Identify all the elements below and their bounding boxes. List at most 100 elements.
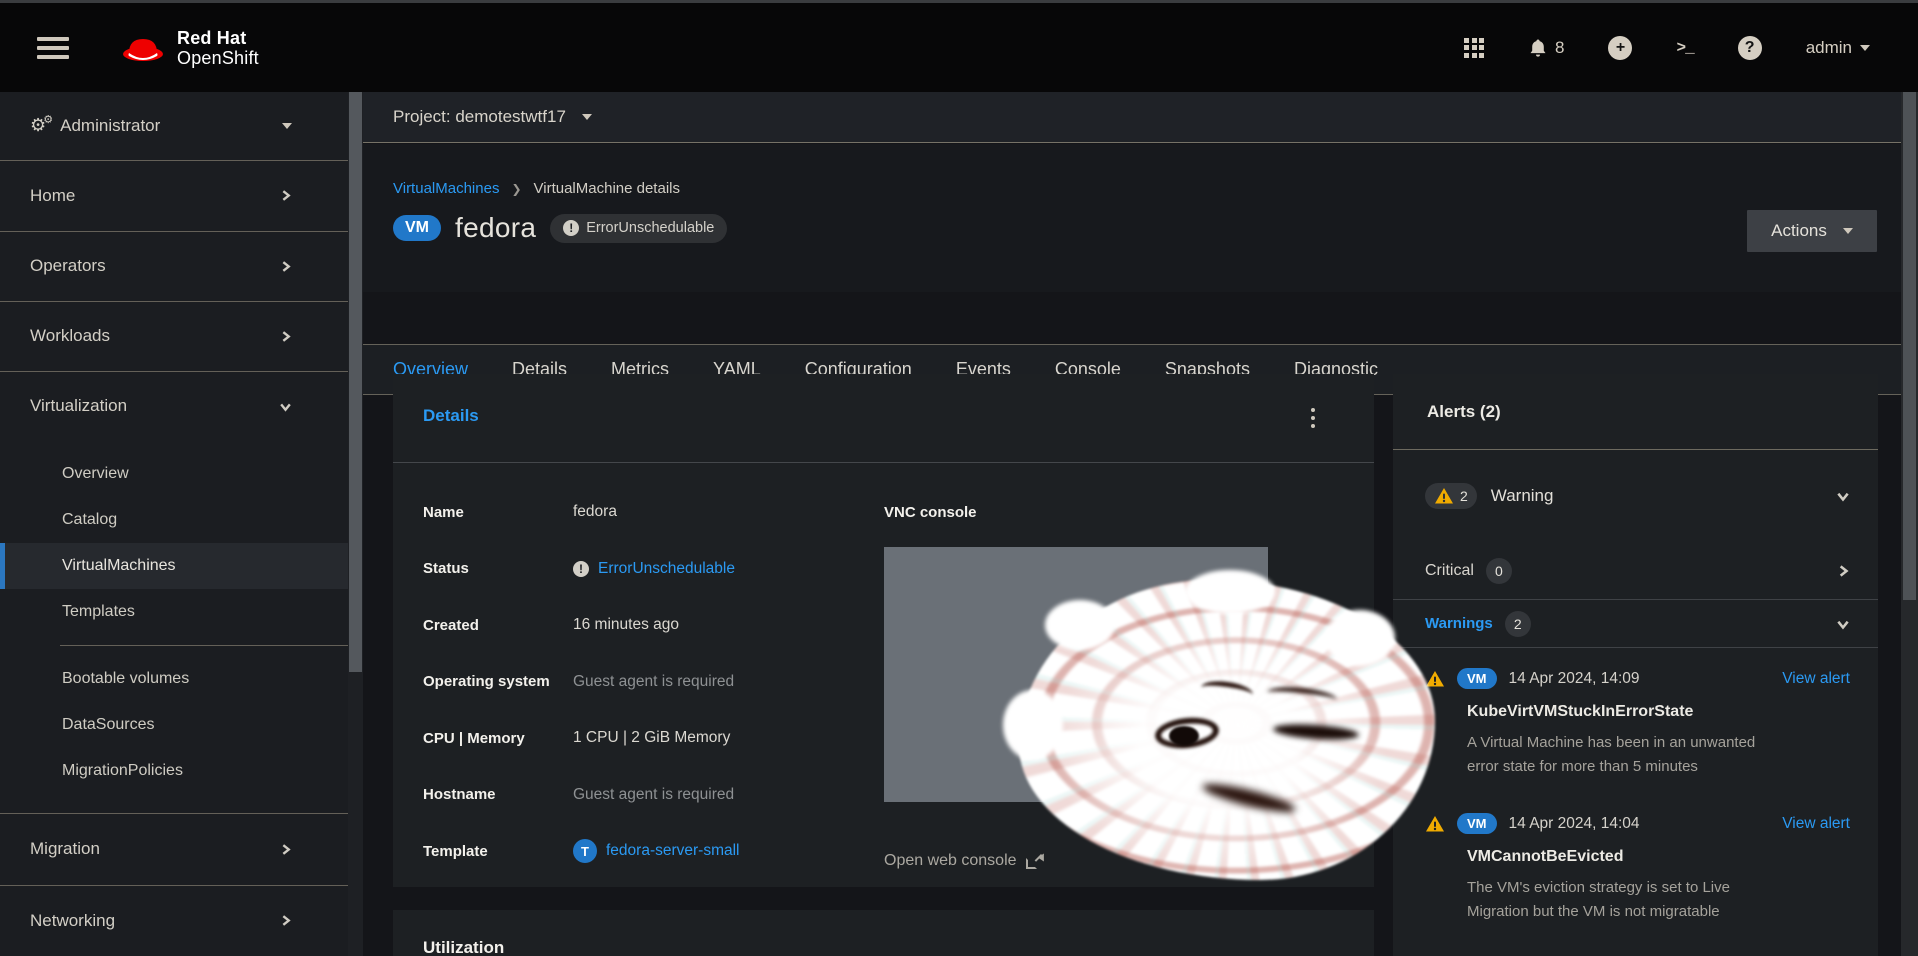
alert-item: VM 14 Apr 2024, 14:04 View alert VMCanno…: [1393, 793, 1878, 938]
page-scrollbar[interactable]: [1901, 92, 1918, 956]
sidebar-item-virtualization[interactable]: Virtualization: [0, 371, 348, 441]
help-icon[interactable]: ?: [1738, 36, 1762, 60]
notification-count: 8: [1555, 38, 1564, 58]
terminal-icon[interactable]: >_: [1676, 39, 1693, 57]
sidebar-item-label: Migration: [30, 839, 100, 859]
breadcrumb: VirtualMachines ❯ VirtualMachine details: [393, 180, 680, 197]
detail-value: 1 CPU | 2 GiB Memory: [573, 729, 730, 747]
vm-status-badge[interactable]: ! ErrorUnschedulable: [550, 214, 727, 243]
notifications-button[interactable]: 8: [1528, 38, 1564, 58]
caret-down-icon: [582, 114, 592, 120]
open-web-console-link[interactable]: Open web console: [884, 852, 1344, 870]
details-card: Details Name fedora Status ! ErrorUnsche…: [393, 374, 1374, 887]
detail-row-os: Operating system Guest agent is required: [423, 654, 740, 711]
cogs-icon: ⚙⚙: [30, 115, 46, 136]
sidebar-item-label: Overview: [62, 465, 129, 483]
sidebar-item-datasources[interactable]: DataSources: [0, 702, 348, 748]
alert-timestamp: 14 Apr 2024, 14:09: [1509, 670, 1640, 688]
breadcrumb-link-virtualmachines[interactable]: VirtualMachines: [393, 180, 499, 197]
sidebar-item-workloads[interactable]: Workloads: [0, 301, 348, 371]
sidebar-item-label: Templates: [62, 603, 135, 621]
app-launcher-icon[interactable]: [1464, 38, 1484, 58]
warnings-section-row[interactable]: Warnings 2: [1393, 600, 1878, 648]
vnc-console-label: VNC console: [884, 504, 1344, 521]
alerts-summary-row[interactable]: 2 Warning: [1393, 450, 1878, 542]
details-card-title[interactable]: Details: [423, 406, 479, 426]
caret-down-icon: [1860, 45, 1870, 51]
project-selector-label: Project: demotestwtf17: [393, 107, 566, 127]
masthead: Red Hat OpenShift 8 + >_ ? admin: [0, 0, 1918, 92]
external-link-icon: [1026, 854, 1041, 869]
vm-kind-badge: VM: [1457, 813, 1497, 834]
chevron-right-icon[interactable]: [1836, 564, 1850, 578]
exclamation-circle-icon: !: [563, 220, 579, 236]
detail-label: Name: [423, 504, 573, 521]
alert-description: The VM's eviction strategy is set to Liv…: [1467, 876, 1757, 924]
sidebar-item-label: Networking: [30, 911, 115, 931]
page-title: fedora: [455, 212, 536, 244]
detail-label: Template: [423, 843, 573, 860]
sidebar-item-templates[interactable]: Templates: [0, 589, 348, 635]
sidebar-nav: ⚙⚙ Administrator Home Operators Workload…: [0, 92, 348, 956]
alert-item: VM 14 Apr 2024, 14:09 View alert KubeVir…: [1393, 648, 1878, 793]
alert-title: VMCannotBeEvicted: [1467, 848, 1850, 866]
alert-title: KubeVirtVMStuckInErrorState: [1467, 703, 1850, 721]
sidebar-item-label: Workloads: [30, 326, 110, 346]
warning-triangle-icon: [1434, 487, 1454, 505]
page-scrollbar-thumb[interactable]: [1903, 92, 1916, 600]
detail-value: Guest agent is required: [573, 673, 734, 691]
chevron-down-icon[interactable]: [1836, 489, 1850, 503]
chevron-down-icon: [279, 400, 292, 413]
warning-triangle-icon: [1425, 670, 1445, 688]
sidebar-scrollbar-thumb[interactable]: [349, 92, 362, 672]
critical-section-row[interactable]: Critical 0: [1393, 542, 1878, 600]
sidebar-item-networking[interactable]: Networking: [0, 885, 348, 956]
detail-row-name: Name fedora: [423, 484, 740, 541]
alerts-card: Alerts (2) 2 Warning Critical 0 Warnings…: [1393, 374, 1878, 956]
detail-value: 16 minutes ago: [573, 616, 679, 634]
breadcrumb-separator-icon: ❯: [511, 182, 521, 196]
chevron-down-icon[interactable]: [1836, 617, 1850, 631]
sidebar-item-label: DataSources: [62, 716, 155, 734]
detail-row-created: Created 16 minutes ago: [423, 597, 740, 654]
chevron-right-icon: [279, 914, 292, 927]
sidebar-item-migrationpolicies[interactable]: MigrationPolicies: [0, 748, 348, 794]
actions-button-label: Actions: [1771, 221, 1827, 241]
vm-kind-badge: VM: [1457, 668, 1497, 689]
template-link[interactable]: fedora-server-small: [606, 842, 740, 860]
vnc-console-screen[interactable]: [884, 547, 1268, 802]
logo-text-line1: Red Hat: [177, 28, 259, 48]
open-web-console-label: Open web console: [884, 852, 1017, 870]
nav-toggle-icon[interactable]: [37, 32, 69, 64]
sidebar-item-bootable-volumes[interactable]: Bootable volumes: [0, 656, 348, 702]
sidebar-item-home[interactable]: Home: [0, 160, 348, 231]
status-link[interactable]: ErrorUnschedulable: [598, 560, 735, 578]
project-selector[interactable]: Project: demotestwtf17: [393, 107, 592, 127]
sidebar-item-virt-overview[interactable]: Overview: [0, 451, 348, 497]
detail-value: fedora: [573, 503, 617, 521]
detail-row-hostname: Hostname Guest agent is required: [423, 767, 740, 824]
alert-timestamp: 14 Apr 2024, 14:04: [1509, 815, 1640, 833]
bell-icon: [1528, 38, 1548, 58]
view-alert-link[interactable]: View alert: [1782, 815, 1850, 833]
sidebar-item-catalog[interactable]: Catalog: [0, 497, 348, 543]
sidebar-item-migration[interactable]: Migration: [0, 813, 348, 885]
caret-down-icon: [282, 123, 292, 129]
vm-kind-badge: VM: [393, 215, 441, 241]
warning-summary-label: Warning: [1491, 486, 1554, 506]
sidebar-item-operators[interactable]: Operators: [0, 231, 348, 301]
sidebar-item-virtualmachines[interactable]: VirtualMachines: [0, 543, 348, 589]
kebab-menu-icon[interactable]: [1307, 404, 1319, 432]
sidebar-item-label: Bootable volumes: [62, 670, 189, 688]
detail-label: Hostname: [423, 786, 573, 803]
actions-button[interactable]: Actions: [1747, 210, 1877, 252]
critical-count-badge: 0: [1486, 558, 1512, 584]
user-menu[interactable]: admin: [1806, 38, 1870, 58]
add-icon[interactable]: +: [1608, 36, 1632, 60]
view-alert-link[interactable]: View alert: [1782, 670, 1850, 688]
perspective-switcher[interactable]: ⚙⚙ Administrator: [0, 92, 348, 160]
warning-count-badge: 2: [1425, 483, 1477, 509]
sidebar-scrollbar[interactable]: [348, 92, 363, 956]
project-bar: Project: demotestwtf17: [363, 92, 1901, 143]
chevron-right-icon: [279, 260, 292, 273]
